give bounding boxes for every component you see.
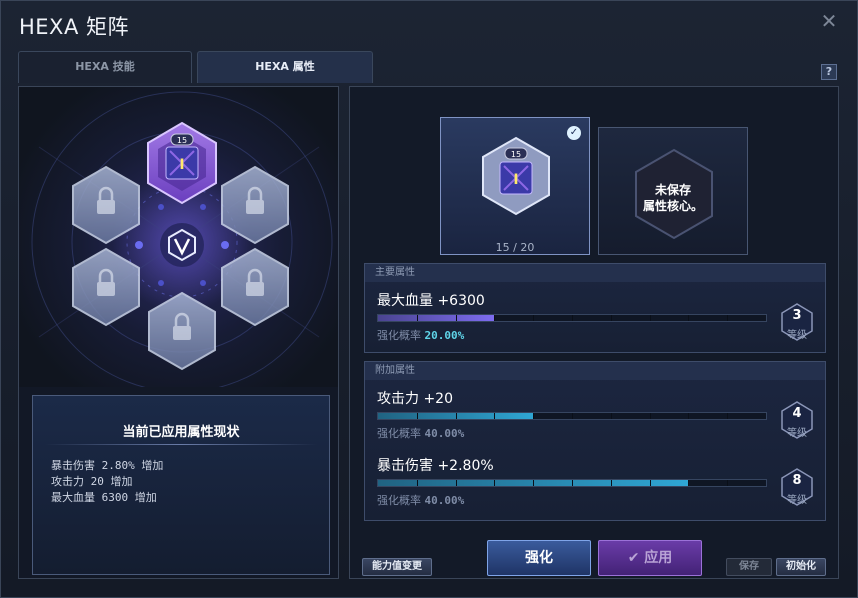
level-number: 3 [792, 308, 802, 323]
main-stat-block: 主要属性 最大血量 +6300 强化概率 20.00% 3 等级 [364, 263, 826, 353]
applied-stat-line: 攻击力 20 增加 [51, 475, 133, 488]
hexa-v-emblem-icon [160, 223, 204, 267]
main-stat-header: 主要属性 [365, 264, 825, 282]
additional-stat-chance: 强化概率 40.00% [377, 425, 464, 441]
applied-stats-list: 暴击伤害 2.80% 增加 攻击力 20 增加 最大血量 6300 增加 [51, 458, 163, 506]
progress-segment [649, 315, 651, 321]
additional-stat-name: 暴击伤害 +2.80% [377, 458, 494, 474]
level-number: 4 [792, 406, 802, 421]
apply-button[interactable]: ✔ 应用 [598, 540, 702, 576]
progress-segment [533, 315, 535, 321]
main-stat-name: 最大血量 +6300 [377, 293, 485, 309]
apply-label: 应用 [644, 550, 673, 566]
unsaved-message: 未保存 属性核心。 [599, 182, 747, 214]
progress-segment [688, 315, 690, 321]
core-level: 15 [511, 150, 521, 159]
progress-segment [533, 480, 535, 486]
progress-segment [610, 480, 612, 486]
progress-segment [455, 480, 457, 486]
help-button[interactable]: ? [821, 64, 837, 80]
hexa-matrix-window: HEXA 矩阵 ✕ ? HEXA 技能 HEXA 属性 I 15 当前已应用属性… [0, 0, 858, 598]
enhance-button[interactable]: 强化 [487, 540, 591, 576]
level-number: 8 [792, 473, 802, 488]
stat-panel: ✓ I 15 15 / 20 未保存 属性核心。 主要属性 最大血量 +6300… [349, 86, 839, 579]
window-title: HEXA 矩阵 [19, 15, 129, 39]
main-stat-progress [377, 314, 767, 322]
progress-segment [494, 315, 496, 321]
level-label: 等级 [787, 495, 807, 506]
additional-stat-chance: 强化概率 40.00% [377, 492, 464, 508]
check-circle-icon: ✔ [627, 550, 645, 566]
progress-segment [727, 413, 729, 419]
save-button[interactable]: 保存 [726, 558, 772, 576]
chance-label: 强化概率 [377, 494, 421, 507]
progress-segment [688, 413, 690, 419]
progress-segment [416, 315, 418, 321]
progress-segment [494, 480, 496, 486]
matrix-graphic: I 15 [31, 91, 333, 387]
progress-segment [533, 413, 535, 419]
additional-stat-name: 攻击力 +20 [377, 391, 453, 407]
progress-segment [572, 315, 573, 321]
additional-stat-level-badge: 4 等级 [779, 400, 815, 440]
reset-button[interactable]: 初始化 [776, 558, 826, 576]
chance-label: 强化概率 [377, 329, 421, 342]
level-label: 等级 [787, 330, 807, 341]
chance-value: 40.00% [424, 494, 465, 507]
chance-label: 强化概率 [377, 427, 421, 440]
core-count: 15 / 20 [495, 241, 535, 254]
additional-stat-level-badge: 8 等级 [779, 467, 815, 507]
applied-stat-line: 暴击伤害 2.80% 增加 [51, 459, 164, 472]
applied-stats-panel: 当前已应用属性现状 暴击伤害 2.80% 增加 攻击力 20 增加 最大血量 6… [32, 395, 330, 575]
selected-core-slot[interactable]: ✓ I 15 15 / 20 [440, 117, 590, 255]
progress-segment [455, 413, 457, 419]
progress-segment [649, 480, 651, 486]
matrix-panel: I 15 当前已应用属性现状 暴击伤害 2.80% 增加 攻击力 20 增加 最… [18, 86, 339, 579]
ability-change-button[interactable]: 能力值变更 [362, 558, 432, 576]
active-core-level: 15 [177, 136, 187, 145]
progress-segment [416, 413, 418, 419]
unsaved-line-2: 属性核心。 [642, 199, 703, 213]
progress-segment [455, 315, 457, 321]
chance-value: 20.00% [424, 329, 465, 342]
applied-stat-line: 最大血量 6300 增加 [51, 491, 157, 504]
divider [45, 444, 317, 445]
main-stat-level-badge: 3 等级 [779, 302, 815, 342]
tab-hexa-skill[interactable]: HEXA 技能 [18, 51, 192, 83]
progress-segment [649, 413, 651, 419]
chance-value: 40.00% [424, 427, 465, 440]
applied-stats-title: 当前已应用属性现状 [122, 425, 240, 440]
progress-segment [688, 480, 690, 486]
progress-segment [610, 315, 612, 321]
additional-stat-progress [377, 479, 767, 487]
unsaved-line-1: 未保存 [654, 183, 691, 197]
progress-segment [610, 413, 612, 419]
core-hexagon-icon: I 15 [482, 136, 550, 216]
main-stat-chance: 强化概率 20.00% [377, 327, 464, 343]
additional-stats-header: 附加属性 [365, 362, 825, 380]
progress-segment [572, 413, 573, 419]
progress-segment [727, 315, 729, 321]
hexa-matrix-board: I 15 [19, 87, 338, 387]
unsaved-core-slot: 未保存 属性核心。 [598, 127, 748, 255]
close-button[interactable]: ✕ [819, 11, 839, 31]
progress-segment [416, 480, 418, 486]
tab-hexa-stat[interactable]: HEXA 属性 [197, 51, 373, 83]
additional-stats-block: 附加属性 攻击力 +20 强化概率 40.00% 4 等级 暴击伤害 +2.80… [364, 361, 826, 521]
progress-segment [494, 413, 496, 419]
level-label: 等级 [787, 428, 807, 439]
progress-segment [572, 480, 573, 486]
svg-text:I: I [513, 172, 518, 188]
additional-stat-progress [377, 412, 767, 420]
progress-segment [727, 480, 729, 486]
svg-text:I: I [179, 157, 184, 173]
progress-fill [378, 315, 495, 321]
